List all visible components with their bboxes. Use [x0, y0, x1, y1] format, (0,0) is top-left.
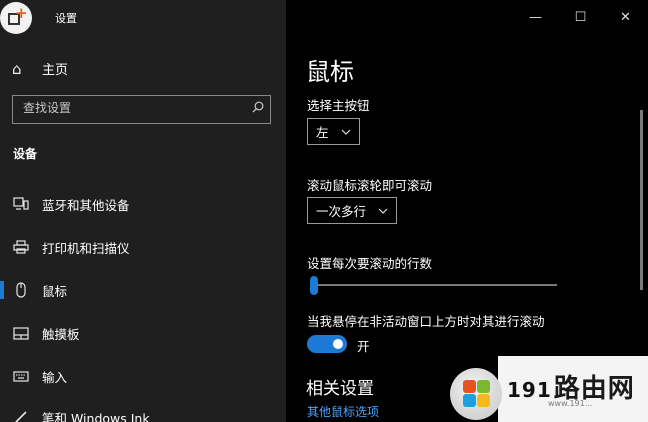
sidebar-item-label: 触摸板	[42, 326, 80, 342]
touchpad-icon	[12, 324, 30, 342]
home-label: 主页	[42, 63, 69, 78]
sidebar-item-label: 笔和 Windows Ink	[42, 410, 150, 422]
sidebar-item-label: 打印机和扫描仪	[42, 240, 130, 256]
pen-icon	[12, 408, 30, 422]
primary-button-label: 选择主按钮	[307, 98, 370, 113]
home-icon: ⌂	[12, 59, 22, 78]
maximize-button[interactable]: ☐	[558, 0, 603, 34]
sidebar-item-typing[interactable]: 输入	[0, 358, 286, 394]
close-button[interactable]: ✕	[603, 0, 648, 34]
mouse-icon	[12, 281, 30, 299]
page-title: 鼠标	[306, 58, 354, 86]
sidebar-item-label: 鼠标	[42, 283, 68, 299]
content-scrollbar[interactable]	[640, 110, 643, 290]
search-icon[interactable]	[252, 101, 264, 113]
wheel-scroll-value: 一次多行	[316, 204, 367, 219]
section-title-devices: 设备	[13, 147, 38, 161]
watermark-number: 191	[507, 378, 552, 402]
sidebar-item-bluetooth[interactable]: 蓝牙和其他设备	[0, 186, 286, 222]
window-title: 设置	[55, 12, 77, 25]
sidebar-item-pen[interactable]: 笔和 Windows Ink	[0, 399, 286, 422]
chevron-down-icon	[378, 208, 388, 214]
keyboard-icon	[12, 367, 30, 385]
toggle-knob	[333, 339, 343, 349]
sidebar-item-touchpad[interactable]: 触摸板	[0, 315, 286, 351]
windows-logo-icon	[450, 368, 502, 420]
search-input[interactable]	[23, 101, 243, 115]
sidebar-item-label: 输入	[42, 369, 68, 385]
toggle-state-label: 开	[357, 339, 370, 354]
additional-mouse-options-link[interactable]: 其他鼠标选项	[307, 403, 379, 420]
printer-icon	[12, 238, 30, 256]
wheel-scroll-label: 滚动鼠标滚轮即可滚动	[307, 178, 433, 193]
sidebar-item-mouse[interactable]: 鼠标	[0, 272, 286, 308]
window-controls: — ☐ ✕	[513, 0, 648, 34]
settings-app-icon: +	[0, 2, 32, 34]
chevron-down-icon	[341, 129, 350, 135]
lines-to-scroll-slider-thumb[interactable]	[310, 276, 318, 295]
inactive-scroll-label: 当我悬停在非活动窗口上方时对其进行滚动	[307, 314, 545, 329]
sidebar: + 设置 ⌂ 主页 设备 蓝牙和其他设备 打印机和扫描仪 鼠标	[0, 0, 286, 422]
inactive-scroll-toggle[interactable]	[307, 335, 347, 353]
sidebar-item-label: 蓝牙和其他设备	[42, 197, 130, 213]
primary-button-value: 左	[316, 125, 329, 140]
search-box[interactable]	[12, 95, 271, 124]
primary-button-select[interactable]: 左	[307, 118, 360, 145]
bluetooth-devices-icon	[12, 195, 30, 213]
related-settings-title: 相关设置	[306, 379, 374, 399]
sidebar-item-home[interactable]: ⌂ 主页	[12, 59, 69, 79]
sidebar-item-printers[interactable]: 打印机和扫描仪	[0, 229, 286, 265]
lines-to-scroll-label: 设置每次要滚动的行数	[307, 256, 433, 271]
watermark-url: www.191...	[548, 399, 593, 408]
wheel-scroll-select[interactable]: 一次多行	[307, 197, 398, 224]
lines-to-scroll-slider-track[interactable]	[312, 284, 557, 286]
minimize-button[interactable]: —	[513, 0, 558, 34]
title-bar: + 设置	[0, 0, 286, 34]
